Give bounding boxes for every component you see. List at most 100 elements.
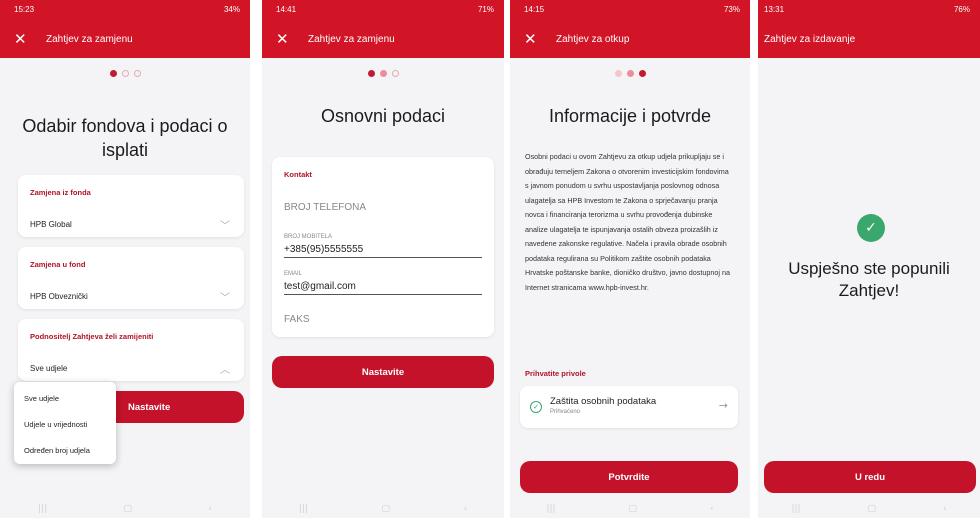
button-label: Nastavite (361, 366, 405, 378)
step-dot (109, 70, 117, 77)
contact-card: Kontakt BROJ TELEFONA BROJ MOBITELA +385… (272, 157, 494, 337)
screen-success: 13:31 76% Zahtjev za izdavanje ✓ Uspješn… (758, 0, 980, 518)
system-nav-bar: ||| ▢ ‹ (510, 500, 750, 518)
field-label: Zamjena iz fonda (30, 188, 91, 197)
continue-button[interactable]: Nastavite (272, 356, 494, 388)
app-bar: ✕ Zahtjev za otkup (510, 20, 750, 58)
section-label: Kontakt (284, 170, 312, 179)
status-time: 13:31 (764, 5, 785, 14)
home-icon[interactable]: ▢ (867, 504, 876, 514)
dropdown-option[interactable]: Određen broj udjela (24, 446, 90, 455)
status-time: 14:15 (524, 5, 545, 14)
step-dot (626, 70, 634, 77)
screen-fund-selection: 15:23 34% ✕ Zahtjev za zamjenu Odabir fo… (0, 0, 250, 518)
app-bar-title: Zahtjev za zamjenu (308, 33, 395, 45)
home-icon[interactable]: ▢ (381, 504, 390, 514)
step-dot (367, 70, 375, 77)
page-title: Odabir fondova i podaci o isplati (22, 116, 228, 160)
confirm-button[interactable]: Potvrdite (520, 461, 738, 493)
back-icon[interactable]: ‹ (464, 504, 468, 514)
button-label: Nastavite (128, 401, 171, 413)
field-label: Podnositelj Zahtjeva želi zamijeniti (30, 332, 154, 341)
close-icon[interactable]: ✕ (276, 30, 298, 48)
page-title: Osnovni podaci (320, 106, 446, 126)
recent-apps-icon[interactable]: ||| (546, 504, 555, 514)
email-underline (284, 294, 482, 295)
close-icon[interactable]: ✕ (524, 30, 546, 48)
status-bar: 14:15 73% (510, 0, 750, 20)
app-bar-title: Zahtjev za zamjenu (46, 33, 133, 45)
field-value: HPB Global (30, 220, 72, 229)
success-check-icon: ✓ (857, 214, 885, 242)
fax-field[interactable]: FAKS (284, 314, 310, 325)
status-bar: 14:41 71% (262, 0, 504, 20)
to-fund-select[interactable]: Zamjena u fond HPB Obveznički ﹀ (18, 247, 244, 309)
consent-status: Prihvaćeno (550, 409, 581, 415)
button-label: Potvrdite (608, 471, 650, 483)
consent-title: Zaštita osobnih podataka (550, 396, 657, 407)
chevron-down-icon: ﹀ (220, 221, 230, 232)
step-dot (391, 70, 399, 77)
home-icon[interactable]: ▢ (123, 504, 132, 514)
dropdown-option[interactable]: Sve udjele (24, 394, 59, 403)
mobile-label: BROJ MOBITELA (284, 234, 333, 240)
system-nav-bar: ||| ▢ ‹ (0, 500, 250, 518)
status-bar: 13:31 76% (758, 0, 980, 20)
status-battery: 34% (223, 5, 240, 14)
chevron-up-icon: ︿ (220, 365, 230, 376)
page-title: Informacije i potvrde (548, 106, 712, 126)
mobile-underline (284, 257, 482, 258)
app-bar: ✕ Zahtjev za zamjenu (262, 20, 504, 58)
app-bar: Zahtjev za izdavanje (758, 20, 980, 58)
back-icon[interactable]: ‹ (943, 504, 947, 514)
back-icon[interactable]: ‹ (208, 504, 212, 514)
step-indicator (510, 70, 750, 77)
email-field[interactable]: test@gmail.com (284, 281, 356, 292)
from-fund-select[interactable]: Zamjena iz fonda HPB Global ﹀ (18, 175, 244, 237)
exchange-amount-select[interactable]: Podnositelj Zahtjeva želi zamijeniti Sve… (18, 319, 244, 381)
recent-apps-icon[interactable]: ||| (38, 504, 47, 514)
close-icon[interactable]: ✕ (14, 30, 36, 48)
step-dot (638, 70, 646, 77)
dropdown-menu: Sve udjele Udjele u vrijednosti Određen … (14, 382, 116, 464)
screen-info-confirmation: 14:15 73% ✕ Zahtjev za otkup Informacije… (510, 0, 750, 518)
step-dot (614, 70, 622, 77)
step-dot (121, 70, 129, 77)
field-label: Zamjena u fond (30, 260, 86, 269)
screen-basic-info: 14:41 71% ✕ Zahtjev za zamjenu Osnovni p… (262, 0, 504, 518)
recent-apps-icon[interactable]: ||| (299, 504, 308, 514)
button-label: U redu (854, 471, 886, 483)
field-value: Sve udjele (30, 364, 68, 373)
app-bar-title: Zahtjev za izdavanje (764, 33, 856, 45)
mobile-field[interactable]: +385(95)5555555 (284, 244, 363, 255)
step-dot (133, 70, 141, 77)
system-nav-bar: ||| ▢ ‹ (758, 500, 980, 518)
phone-field[interactable]: BROJ TELEFONA (284, 202, 366, 213)
ok-button[interactable]: U redu (764, 461, 976, 493)
privacy-notice: Osobni podaci u ovom Zahtjevu za otkup u… (525, 152, 730, 292)
check-circle-icon: ✓ (530, 401, 542, 413)
app-bar: ✕ Zahtjev za zamjenu (0, 20, 250, 58)
system-nav-bar: ||| ▢ ‹ (262, 500, 504, 518)
status-time: 14:41 (276, 5, 297, 14)
home-icon[interactable]: ▢ (628, 504, 637, 514)
status-bar: 15:23 34% (0, 0, 250, 20)
step-dot (379, 70, 387, 77)
consents-label: Prihvatite privole (525, 369, 586, 378)
recent-apps-icon[interactable]: ||| (791, 504, 800, 514)
chevron-down-icon: ﹀ (220, 293, 230, 304)
status-battery: 73% (723, 5, 740, 14)
status-time: 15:23 (14, 5, 35, 14)
success-message: Uspješno ste popunili Zahtjev! (788, 259, 950, 300)
status-battery: 71% (477, 5, 494, 14)
status-battery: 76% (953, 5, 970, 14)
arrow-right-icon: → (718, 399, 728, 412)
step-indicator (0, 70, 250, 77)
consent-item[interactable]: ✓ Zaštita osobnih podataka Prihvaćeno → (520, 386, 738, 428)
dropdown-option[interactable]: Udjele u vrijednosti (24, 420, 87, 429)
step-indicator (262, 70, 504, 77)
back-icon[interactable]: ‹ (710, 504, 714, 514)
email-label: EMAIL (284, 271, 303, 277)
app-bar-title: Zahtjev za otkup (556, 33, 630, 45)
field-value: HPB Obveznički (30, 292, 88, 301)
